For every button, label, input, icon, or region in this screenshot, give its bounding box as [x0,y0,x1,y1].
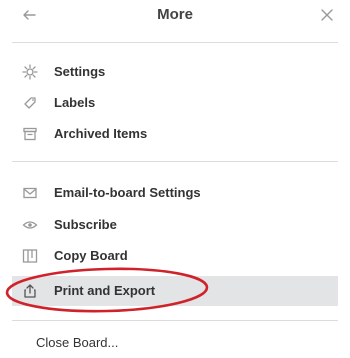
email-icon [23,187,37,199]
gear-icon [22,64,38,80]
header-divider [12,42,338,43]
menu-label: Settings [54,64,106,79]
menu-item-settings[interactable]: Settings [12,57,338,87]
copy-board-icon [22,249,38,263]
menu-item-email-to-board-settings[interactable]: Email-to-board Settings [12,178,338,208]
menu-label: Archived Items [54,126,148,141]
eye-icon [22,221,38,229]
menu-item-labels[interactable]: Labels [12,88,338,118]
menu-label: Close Board... [36,335,119,350]
menu-header: More [0,0,350,36]
menu-label: Print and Export [54,283,156,298]
menu-item-copy-board[interactable]: Copy Board [12,241,338,271]
menu-label: Email-to-board Settings [54,185,201,200]
tag-icon [24,97,36,109]
close-icon [321,9,333,21]
menu-item-close-board[interactable]: Close Board... [12,328,338,358]
archive-icon [23,127,37,141]
footer-divider [12,320,338,321]
menu-item-archived-items[interactable]: Archived Items [12,119,338,149]
section-divider [12,161,338,162]
close-button[interactable] [318,6,336,24]
menu-label: Subscribe [54,217,117,232]
menu-title: More [157,6,193,23]
share-export-icon [24,284,36,298]
menu-label: Copy Board [54,248,128,263]
menu-item-print-and-export[interactable]: Print and Export [12,276,338,306]
more-menu-panel: More Settings Labels Archived Items Emai… [0,0,350,358]
menu-label: Labels [54,95,96,110]
menu-item-subscribe[interactable]: Subscribe [12,210,338,240]
